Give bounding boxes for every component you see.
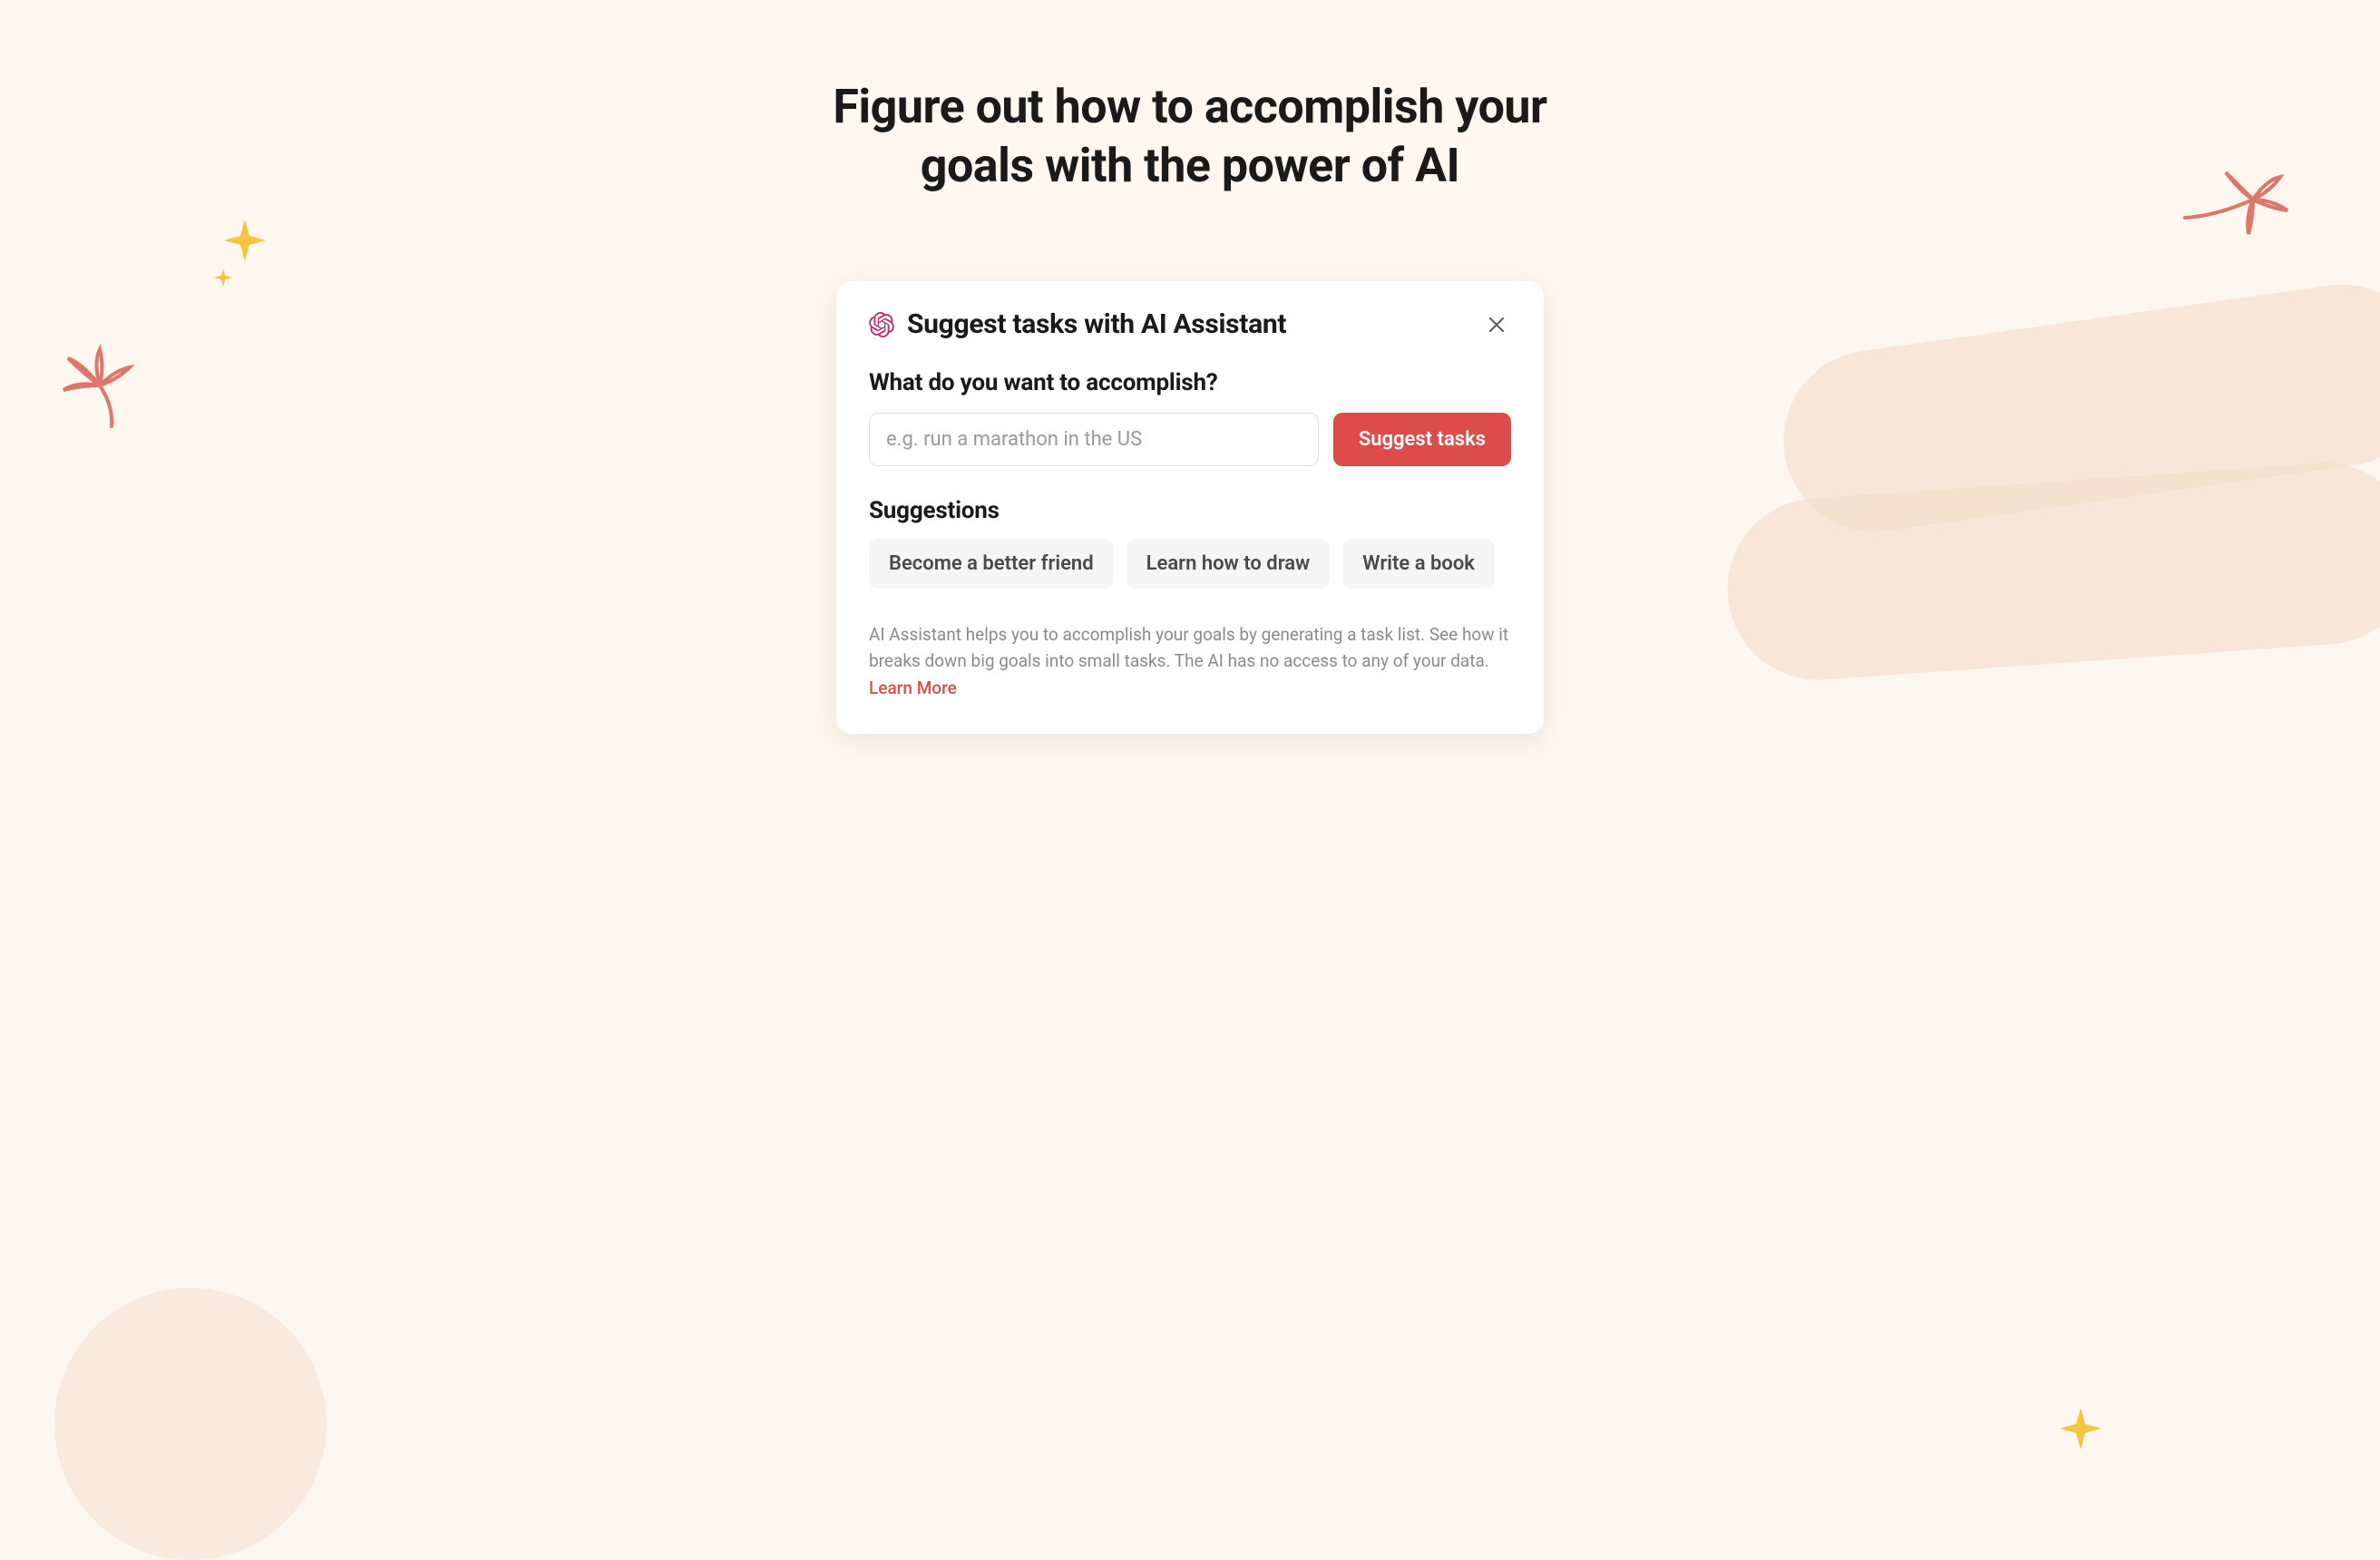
close-icon — [1486, 314, 1507, 336]
decorative-swoosh — [54, 1288, 327, 1560]
suggestion-chip[interactable]: Learn how to draw — [1127, 539, 1331, 589]
modal-title-group: Suggest tasks with AI Assistant — [869, 308, 1286, 340]
decorative-swoosh — [1772, 273, 2380, 543]
sparkle-icon — [222, 218, 268, 263]
goal-input[interactable] — [869, 413, 1319, 466]
close-button[interactable] — [1482, 310, 1511, 339]
suggest-tasks-button[interactable]: Suggest tasks — [1333, 413, 1511, 466]
prompt-label: What do you want to accomplish? — [869, 369, 1511, 396]
suggestion-chip[interactable]: Become a better friend — [869, 539, 1114, 589]
page-headline: Figure out how to accomplish your goals … — [782, 77, 1598, 195]
flower-icon — [50, 336, 150, 435]
modal-header: Suggest tasks with AI Assistant — [869, 308, 1511, 340]
sparkle-icon — [213, 268, 233, 288]
disclaimer-body: AI Assistant helps you to accomplish you… — [869, 624, 1508, 671]
flower-icon — [2180, 163, 2298, 263]
openai-logo-icon — [869, 312, 894, 337]
suggestion-chips: Become a better friend Learn how to draw… — [869, 539, 1511, 589]
learn-more-link[interactable]: Learn More — [869, 678, 957, 698]
decorative-swoosh — [1722, 457, 2380, 687]
modal-title: Suggest tasks with AI Assistant — [907, 308, 1286, 340]
sparkle-icon — [2058, 1406, 2103, 1451]
suggestions-label: Suggestions — [869, 497, 1511, 524]
disclaimer-text: AI Assistant helps you to accomplish you… — [869, 621, 1511, 701]
suggestion-chip[interactable]: Write a book — [1342, 539, 1495, 589]
input-row: Suggest tasks — [869, 413, 1511, 466]
ai-assistant-modal: Suggest tasks with AI Assistant What do … — [836, 281, 1544, 734]
